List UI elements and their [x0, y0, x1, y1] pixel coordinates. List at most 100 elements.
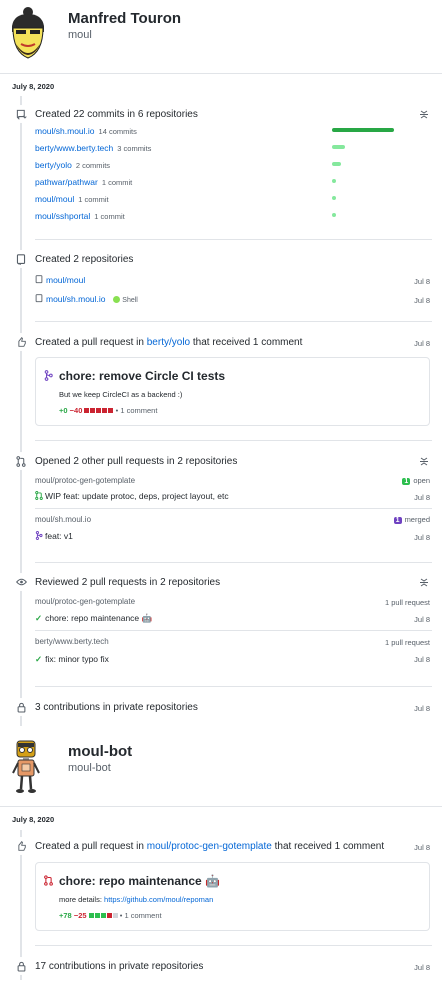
- opened-pr-repo[interactable]: moul/protoc-gen-gotemplate: [35, 476, 135, 485]
- pr-merged-icon: [35, 531, 43, 540]
- repo-push-icon: [12, 105, 30, 123]
- pr-closed-icon: [44, 875, 53, 888]
- opened-pr-date: Jul 8: [414, 533, 430, 542]
- commit-repo-row: moul/moul 1 commit: [35, 194, 109, 204]
- reviewed-count: 1 pull request: [384, 638, 430, 647]
- opened-pr-state: 1 merged: [393, 515, 430, 524]
- reviewed-row: ✓ fix: minor typo fix: [35, 654, 109, 665]
- reviewed-repo[interactable]: berty/www.berty.tech: [35, 637, 109, 646]
- reviewed-pr-title[interactable]: fix: minor typo fix: [45, 654, 109, 664]
- opened-pr-title[interactable]: feat: v1: [45, 531, 73, 541]
- commit-count: 1 commit: [94, 212, 125, 221]
- opened-pr-row: WIP feat: update protoc, deps, project l…: [35, 491, 229, 501]
- check-icon: ✓: [35, 654, 43, 664]
- fold-icon[interactable]: [420, 457, 428, 466]
- pr-created-date: Jul 8: [414, 339, 430, 348]
- pr-additions: +78: [59, 911, 72, 920]
- git-pull-request-icon: [12, 452, 30, 470]
- avatar[interactable]: [6, 6, 50, 66]
- commit-count: 3 commits: [117, 144, 152, 153]
- commit-activity-bar: [332, 196, 336, 200]
- repo-icon: [35, 275, 43, 284]
- commit-count: 14 commits: [98, 127, 137, 136]
- pr-open-icon: [35, 491, 43, 500]
- created-repo-link[interactable]: moul/sh.moul.io: [46, 294, 106, 304]
- pr-deletions: −40: [69, 406, 83, 415]
- check-icon: ✓: [35, 613, 43, 623]
- opened-pr-row: feat: v1: [35, 531, 73, 541]
- avatar[interactable]: [10, 737, 42, 797]
- opened-pr-date: Jul 8: [414, 493, 430, 502]
- commit-repo-row: pathwar/pathwar 1 commit: [35, 177, 132, 187]
- commit-repo-link[interactable]: moul/sshportal: [35, 211, 90, 221]
- opened-pr-repo[interactable]: moul/sh.moul.io: [35, 515, 91, 524]
- profile-login: moul: [68, 29, 92, 41]
- commit-count: 1 commit: [101, 178, 133, 187]
- pr-created-date: Jul 8: [414, 843, 430, 852]
- commit-repo-row: berty/www.berty.tech 3 commits: [35, 143, 151, 153]
- eye-icon: [12, 573, 30, 591]
- lock-icon: [12, 957, 30, 975]
- commit-repo-link[interactable]: pathwar/pathwar: [35, 177, 98, 187]
- pr-created-summary: Created a pull request in moul/protoc-ge…: [35, 841, 385, 852]
- diff-blocks: [84, 406, 114, 415]
- commit-count: 1 commit: [78, 195, 109, 204]
- pull-request-comment-icon: [12, 837, 30, 855]
- pull-request-comment-icon: [12, 333, 30, 351]
- commit-activity-bar: [332, 213, 336, 217]
- commit-count: 2 commits: [75, 161, 111, 170]
- commit-activity-bar: [332, 179, 336, 183]
- private-contributions: 17 contributions in private repositories: [35, 961, 204, 972]
- avatar-portrait-icon: [12, 7, 44, 59]
- pr-diffstat: +0 −40 • 1 comment: [59, 406, 158, 415]
- pr-title[interactable]: chore: repo maintenance 🤖: [59, 874, 220, 888]
- created-repo-link[interactable]: moul/moul: [46, 275, 85, 285]
- reviewed-pr-title[interactable]: chore: repo maintenance 🤖: [45, 613, 152, 623]
- fold-icon[interactable]: [420, 110, 428, 119]
- commit-repo-link[interactable]: moul/moul: [35, 194, 74, 204]
- private-date: Jul 8: [414, 704, 430, 713]
- opened-pr-state: 1 open: [402, 476, 430, 485]
- commit-repo-link[interactable]: berty/yolo: [35, 160, 72, 170]
- commit-repo-link[interactable]: moul/sh.moul.io: [35, 126, 95, 136]
- commit-repo-row: berty/yolo 2 commits: [35, 160, 110, 170]
- created-repo-row: moul/sh.moul.io Shell: [35, 294, 138, 304]
- repo-icon: [35, 294, 43, 303]
- repo-language: Shell: [122, 297, 138, 304]
- reviewed-date: Jul 8: [414, 615, 430, 624]
- language-color-dot: [112, 296, 120, 303]
- pull-request-card: chore: repo maintenance 🤖 more details: …: [35, 862, 430, 931]
- profile-login: moul-bot: [68, 762, 111, 774]
- profile-name[interactable]: Manfred Touron: [68, 10, 181, 27]
- reviewed-summary: Reviewed 2 pull requests in 2 repositori…: [35, 577, 221, 588]
- pr-body: more details: https://github.com/moul/re…: [59, 895, 214, 904]
- pr-repo-link[interactable]: moul/protoc-gen-gotemplate: [147, 841, 272, 852]
- repos-created-summary: Created 2 repositories: [35, 254, 134, 265]
- reviewed-row: ✓ chore: repo maintenance 🤖: [35, 613, 152, 624]
- pr-title[interactable]: chore: remove Circle CI tests: [59, 369, 225, 383]
- opened-prs-summary: Opened 2 other pull requests in 2 reposi…: [35, 456, 238, 467]
- pr-repo-link[interactable]: berty/yolo: [147, 337, 190, 348]
- pr-additions: +0: [59, 406, 68, 415]
- profile-name[interactable]: moul-bot: [68, 743, 132, 760]
- private-contributions: 3 contributions in private repositories: [35, 702, 198, 713]
- day-date: July 8, 2020: [12, 815, 55, 824]
- pr-comment-count: 1 comment: [124, 911, 162, 920]
- pr-deletions: −25: [73, 911, 87, 920]
- reviewed-repo[interactable]: moul/protoc-gen-gotemplate: [35, 597, 135, 606]
- fold-icon[interactable]: [420, 578, 428, 587]
- private-date: Jul 8: [414, 963, 430, 972]
- pr-body-link[interactable]: https://github.com/moul/repoman: [104, 895, 213, 904]
- pull-request-card: chore: remove Circle CI tests But we kee…: [35, 357, 430, 426]
- commit-activity-bar: [332, 145, 345, 149]
- commit-repo-row: moul/sshportal 1 commit: [35, 211, 125, 221]
- robot-avatar-icon: [12, 740, 40, 793]
- pr-created-summary: Created a pull request in berty/yolo tha…: [35, 337, 303, 348]
- lock-icon: [12, 698, 30, 716]
- created-repo-date: Jul 8: [414, 296, 430, 305]
- opened-pr-title[interactable]: WIP feat: update protoc, deps, project l…: [45, 491, 229, 501]
- reviewed-count: 1 pull request: [384, 598, 430, 607]
- commit-repo-link[interactable]: berty/www.berty.tech: [35, 143, 113, 153]
- repo-icon: [12, 250, 30, 268]
- commit-activity-bar: [332, 128, 394, 132]
